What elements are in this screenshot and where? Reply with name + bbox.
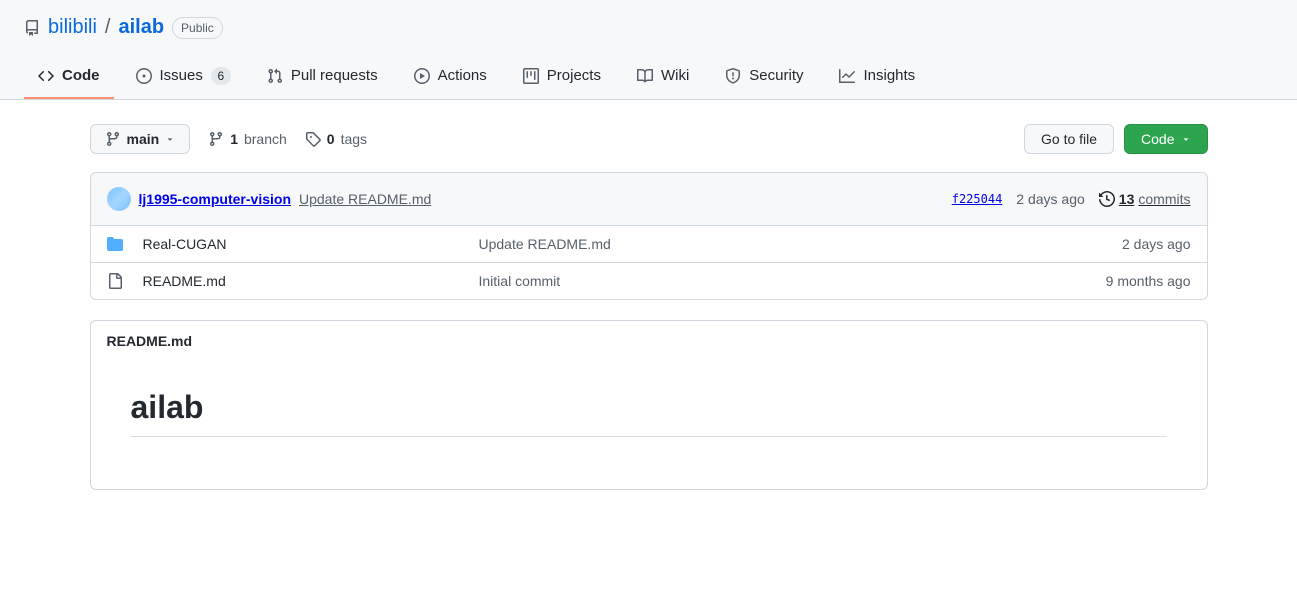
tag-icon [305,131,321,147]
branch-name: main [127,131,160,147]
breadcrumb-separator: / [105,16,111,39]
controls-row: main 1 branch 0 tags Go to file Code [90,124,1208,154]
branch-icon [208,131,224,147]
tab-wiki-label: Wiki [661,65,689,87]
file-name[interactable]: README.md [143,273,226,289]
branches-label: branch [244,131,287,147]
code-button-label: Code [1141,131,1174,147]
file-time: 9 months ago [1106,273,1191,289]
repo-tabs: Code Issues 6 Pull requests Actions Proj… [24,55,1273,99]
tags-count: 0 [327,131,335,147]
tags-label: tags [341,131,367,147]
latest-commit-bar: lj1995-computer-vision Update README.md … [91,173,1207,226]
code-button[interactable]: Code [1124,124,1207,154]
tab-wiki[interactable]: Wiki [623,55,703,99]
wiki-icon [637,68,653,84]
tab-pulls[interactable]: Pull requests [253,55,392,99]
branches-link[interactable]: 1 branch [208,131,287,147]
actions-icon [414,68,430,84]
file-list-box: lj1995-computer-vision Update README.md … [90,172,1208,300]
tab-projects-label: Projects [547,65,601,87]
branches-count: 1 [230,131,238,147]
repo-link[interactable]: ailab [118,16,164,39]
file-time: 2 days ago [1122,236,1191,252]
tags-link[interactable]: 0 tags [305,131,367,147]
commits-link[interactable]: 13 commits [1099,191,1191,207]
branch-selector[interactable]: main [90,124,191,154]
pull-request-icon [267,68,283,84]
goto-file-button[interactable]: Go to file [1024,124,1114,154]
tab-issues-label: Issues [160,65,203,87]
tab-pulls-label: Pull requests [291,65,378,87]
commit-author[interactable]: lj1995-computer-vision [139,191,292,207]
commits-label: commits [1138,191,1190,207]
repo-icon [24,20,40,36]
folder-icon [107,236,123,252]
history-icon [1099,191,1115,207]
owner-link[interactable]: bilibili [48,16,97,39]
tab-actions-label: Actions [438,65,487,87]
tab-security-label: Security [749,65,803,87]
avatar[interactable] [107,187,131,211]
issues-count: 6 [211,67,231,85]
file-commit-message[interactable]: Initial commit [479,273,561,289]
tab-projects[interactable]: Projects [509,55,615,99]
tab-security[interactable]: Security [711,55,817,99]
visibility-badge: Public [172,17,223,39]
tab-insights-label: Insights [863,65,915,87]
file-commit-message[interactable]: Update README.md [479,236,611,252]
branch-icon [105,131,121,147]
tab-insights[interactable]: Insights [825,55,929,99]
triangle-down-icon [165,134,175,144]
code-icon [38,68,54,84]
tab-code-label: Code [62,65,100,87]
commit-time: 2 days ago [1016,191,1085,207]
readme-box: README.md ailab [90,320,1208,490]
commit-message[interactable]: Update README.md [299,191,431,207]
file-row: README.md Initial commit 9 months ago [91,263,1207,299]
file-icon [107,273,123,289]
graph-icon [839,68,855,84]
tab-code[interactable]: Code [24,55,114,99]
tab-actions[interactable]: Actions [400,55,501,99]
triangle-down-icon [1181,134,1191,144]
readme-filename[interactable]: README.md [91,321,1207,361]
issues-icon [136,68,152,84]
tab-issues[interactable]: Issues 6 [122,55,245,99]
commit-sha[interactable]: f225044 [952,192,1003,206]
commits-count: 13 [1119,191,1135,207]
readme-heading: ailab [131,389,1167,437]
projects-icon [523,68,539,84]
breadcrumb: bilibili / ailab Public [24,16,1273,39]
file-name[interactable]: Real-CUGAN [143,236,227,252]
file-row: Real-CUGAN Update README.md 2 days ago [91,226,1207,263]
shield-icon [725,68,741,84]
